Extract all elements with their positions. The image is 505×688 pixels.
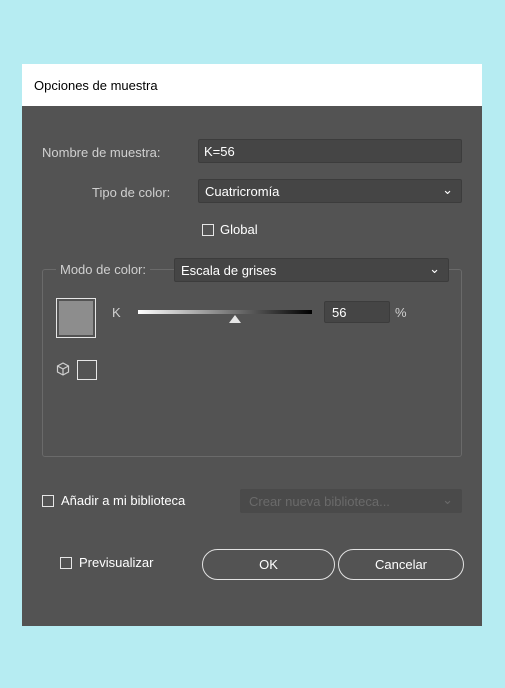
- chevron-down-icon: ⌄: [442, 492, 453, 507]
- library-select-value: Crear nueva biblioteca...: [249, 494, 390, 509]
- add-library-checkbox[interactable]: [42, 495, 54, 507]
- ok-button[interactable]: OK: [202, 549, 335, 580]
- k-unit: %: [395, 305, 407, 320]
- swatch-options-dialog: Opciones de muestra Nombre de muestra: K…: [22, 64, 482, 626]
- cancel-button[interactable]: Cancelar: [338, 549, 464, 580]
- k-value: 56: [332, 305, 347, 320]
- add-library-label: Añadir a mi biblioteca: [61, 493, 186, 508]
- swatch-name-input[interactable]: K=56: [198, 139, 462, 163]
- cube-icon: [56, 362, 70, 376]
- color-mode-group: [42, 269, 462, 457]
- preview-label: Previsualizar: [79, 555, 154, 570]
- chevron-down-icon: ⌄: [442, 182, 453, 197]
- swatch-preview: [56, 298, 96, 338]
- k-slider-track[interactable]: [138, 310, 312, 323]
- web-safe-swatch[interactable]: [77, 360, 97, 380]
- color-mode-select[interactable]: Escala de grises ⌄: [174, 258, 449, 282]
- dialog-title: Opciones de muestra: [34, 78, 158, 93]
- k-slider-thumb[interactable]: [229, 315, 242, 323]
- preview-checkbox[interactable]: [60, 557, 72, 569]
- color-type-select[interactable]: Cuatricromía ⌄: [198, 179, 462, 203]
- color-type-label: Tipo de color:: [92, 185, 171, 200]
- global-checkbox[interactable]: [202, 224, 214, 236]
- k-value-input[interactable]: 56: [324, 301, 390, 323]
- swatch-preview-fill: [59, 301, 93, 335]
- k-channel-label: K: [112, 305, 121, 320]
- library-select: Crear nueva biblioteca... ⌄: [240, 489, 462, 513]
- chevron-down-icon: ⌄: [429, 261, 440, 276]
- swatch-name-label: Nombre de muestra:: [42, 145, 161, 160]
- dialog-titlebar: Opciones de muestra: [22, 64, 482, 106]
- global-label: Global: [220, 222, 258, 237]
- color-mode-value: Escala de grises: [181, 263, 277, 278]
- color-mode-label: Modo de color:: [56, 262, 150, 277]
- swatch-name-value: K=56: [204, 144, 235, 159]
- color-type-value: Cuatricromía: [205, 184, 280, 199]
